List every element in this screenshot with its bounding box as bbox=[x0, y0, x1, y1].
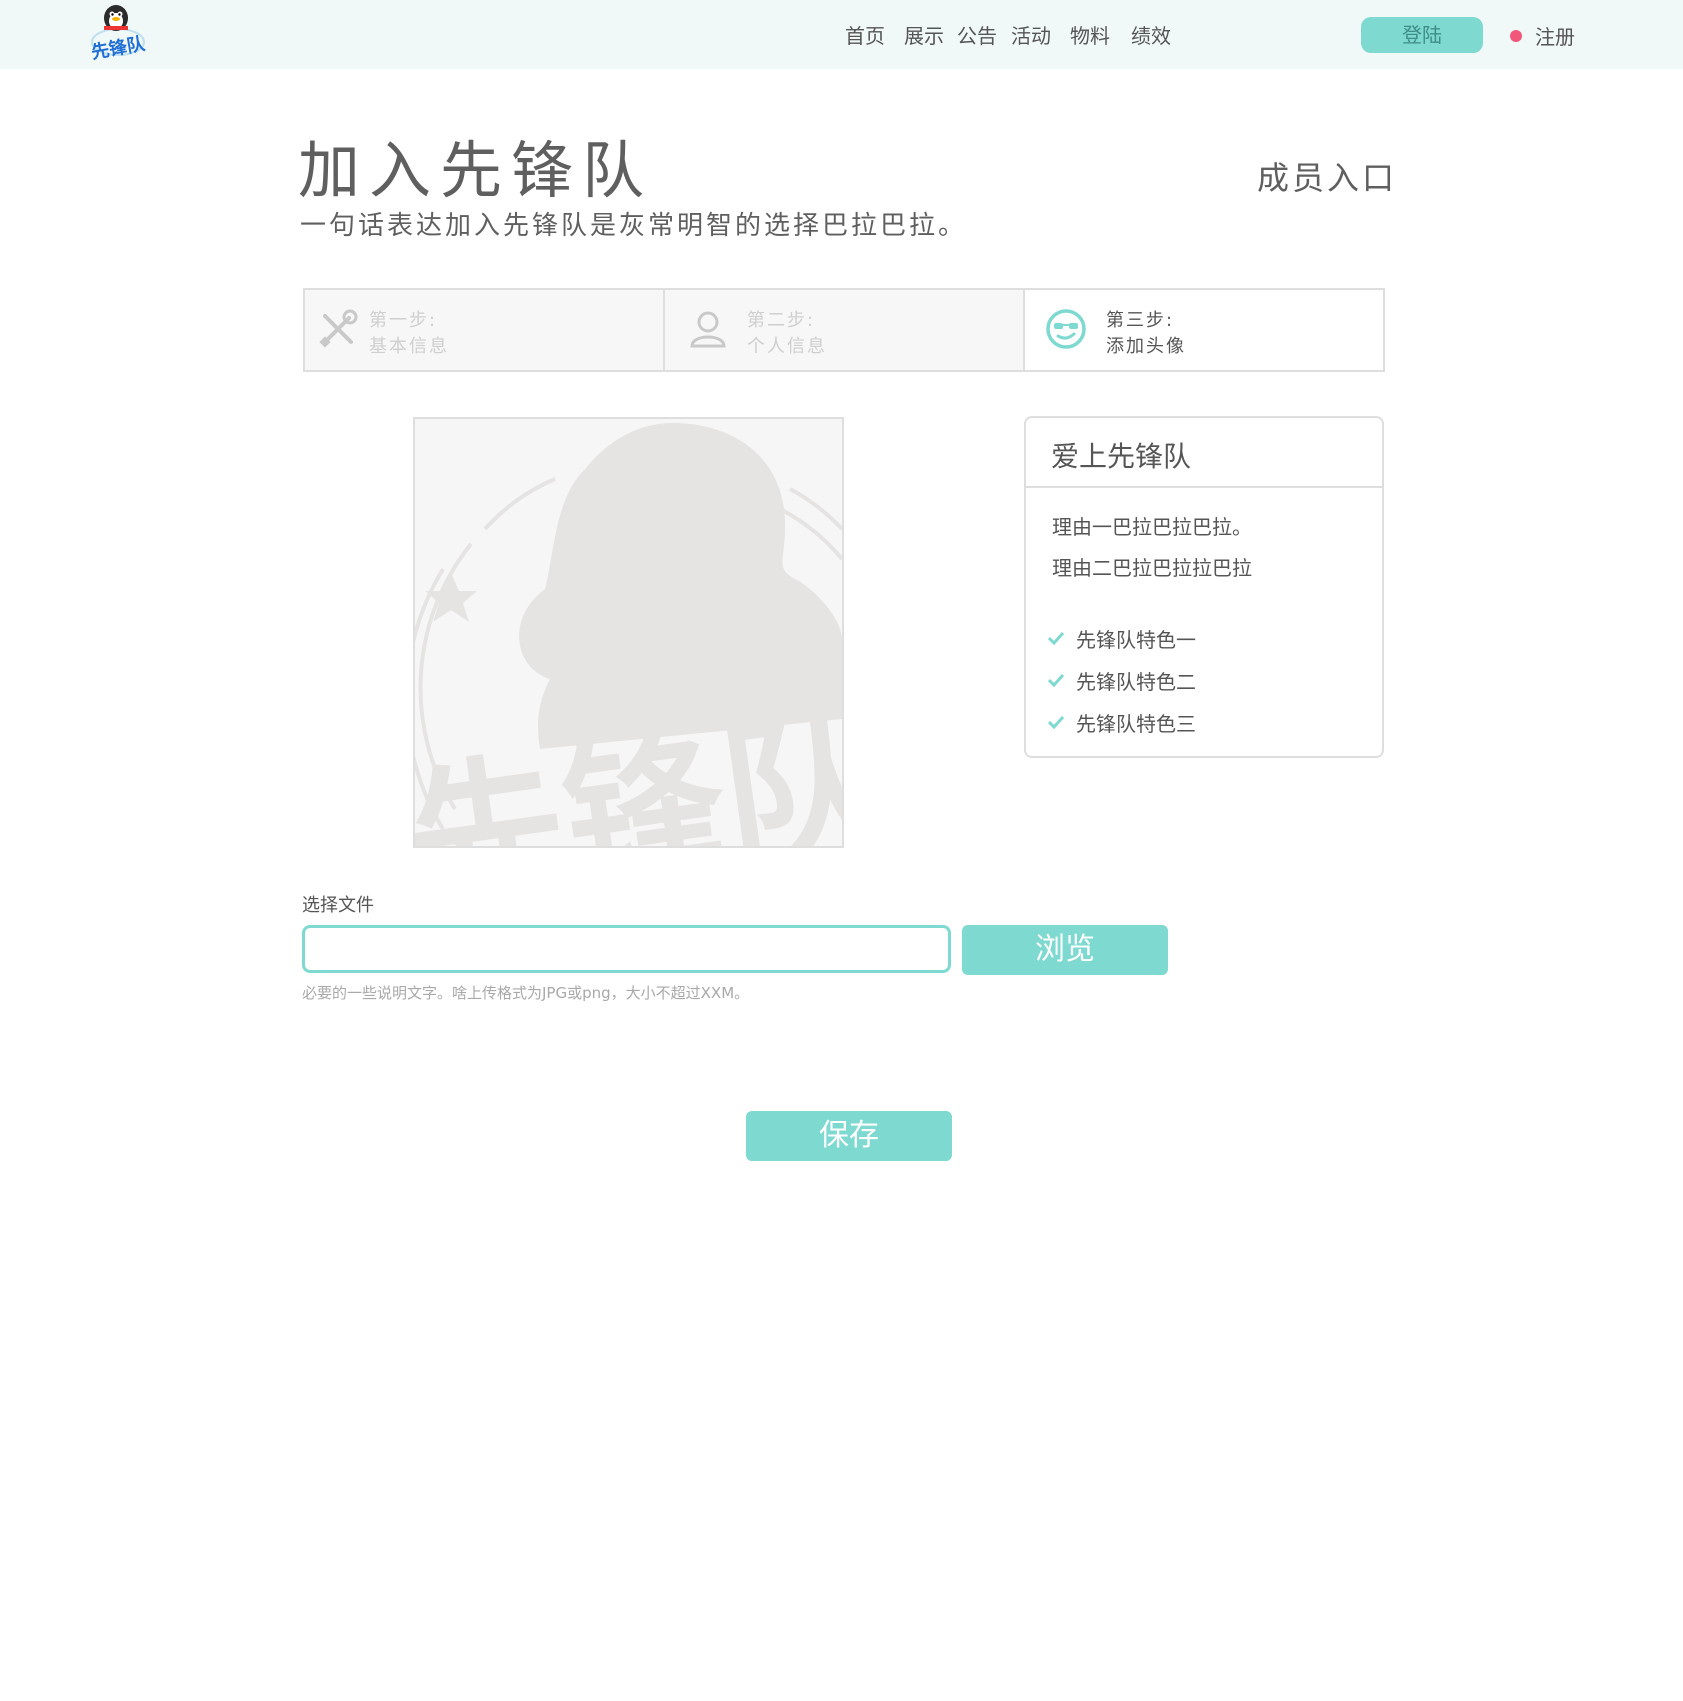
love-panel: 爱上先锋队 理由一巴拉巴拉巴拉。 理由二巴拉巴拉拉巴拉 先锋队特色一 先锋队特色… bbox=[1024, 416, 1384, 758]
step-1-label: 第一步: bbox=[369, 310, 438, 331]
browse-button[interactable]: 浏览 bbox=[962, 925, 1168, 975]
logo-text: 先锋队 bbox=[90, 32, 148, 62]
top-navbar: 先锋队 首页 展示 公告 活动 物料 绩效 登陆 注册 bbox=[0, 0, 1683, 69]
check-icon bbox=[1048, 715, 1064, 729]
reason-item: 理由二巴拉巴拉拉巴拉 bbox=[1052, 556, 1252, 580]
panel-header: 爱上先锋队 bbox=[1026, 418, 1382, 488]
tools-icon bbox=[319, 309, 358, 348]
user-icon bbox=[690, 311, 726, 348]
step-progress: 第一步: 基本信息 第二步: 个人信息 第三步: 添加头像 bbox=[303, 288, 1385, 372]
default-avatar-placeholder-icon: 先锋队 bbox=[415, 423, 842, 846]
step-2-desc: 个人信息 bbox=[747, 336, 827, 357]
smiley-sunglasses-icon bbox=[1046, 309, 1086, 349]
step-2[interactable]: 第二步: 个人信息 bbox=[663, 290, 1023, 370]
step-2-label: 第二步: bbox=[747, 310, 816, 331]
upload-hint: 必要的一些说明文字。啥上传格式为JPG或png，大小不超过XXM。 bbox=[302, 984, 750, 1002]
reason-item: 理由一巴拉巴拉巴拉。 bbox=[1052, 515, 1252, 539]
avatar-preview: 先锋队 bbox=[413, 417, 844, 848]
step-3-desc: 添加头像 bbox=[1106, 336, 1186, 357]
login-button[interactable]: 登陆 bbox=[1361, 17, 1483, 53]
step-1[interactable]: 第一步: 基本信息 bbox=[305, 290, 663, 370]
page-title: 加入先锋队 bbox=[298, 134, 654, 207]
check-icon bbox=[1048, 631, 1064, 645]
check-icon bbox=[1048, 673, 1064, 687]
nav-item-showcase[interactable]: 展示 bbox=[904, 20, 944, 50]
nav-item-announcements[interactable]: 公告 bbox=[957, 20, 997, 50]
feature-text: 先锋队特色一 bbox=[1076, 628, 1196, 652]
nav-item-home[interactable]: 首页 bbox=[845, 20, 885, 50]
save-button[interactable]: 保存 bbox=[746, 1111, 952, 1161]
step-3[interactable]: 第三步: 添加头像 bbox=[1023, 290, 1383, 370]
nav-item-materials[interactable]: 物料 bbox=[1070, 20, 1110, 50]
register-link[interactable]: 注册 bbox=[1535, 21, 1575, 50]
file-label: 选择文件 bbox=[302, 895, 374, 916]
step-1-desc: 基本信息 bbox=[369, 336, 449, 357]
nav-item-activities[interactable]: 活动 bbox=[1011, 20, 1051, 50]
step-3-label: 第三步: bbox=[1106, 310, 1175, 331]
member-entry-link[interactable]: 成员入口 bbox=[1257, 153, 1397, 199]
feature-text: 先锋队特色二 bbox=[1076, 670, 1196, 694]
panel-title: 爱上先锋队 bbox=[1051, 440, 1192, 473]
page-subtitle: 一句话表达加入先锋队是灰常明智的选择巴拉巴拉。 bbox=[300, 211, 968, 241]
penguin-logo-icon[interactable]: 先锋队 bbox=[88, 2, 148, 63]
nav-item-performance[interactable]: 绩效 bbox=[1131, 20, 1171, 50]
file-path-input[interactable] bbox=[302, 925, 951, 973]
register-dot-icon bbox=[1510, 30, 1522, 42]
feature-text: 先锋队特色三 bbox=[1076, 712, 1196, 736]
